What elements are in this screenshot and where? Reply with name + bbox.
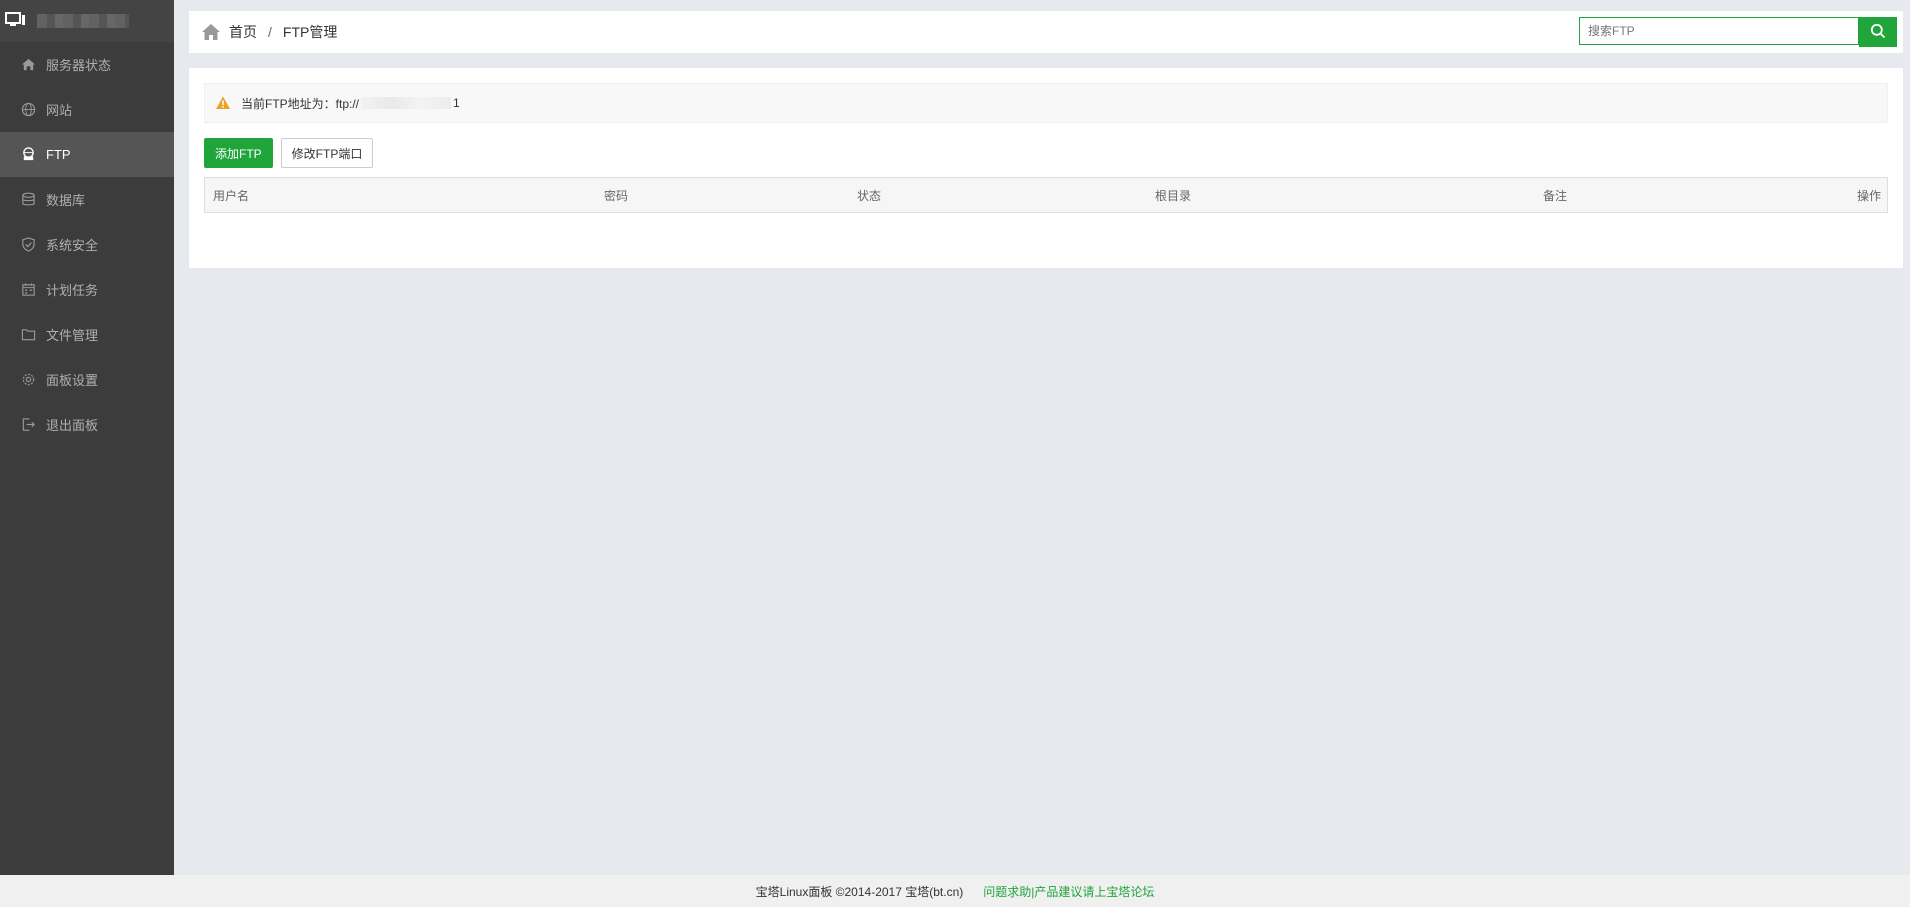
sidebar-item-files[interactable]: 文件管理	[0, 312, 174, 357]
footer: 宝塔Linux面板 ©2014-2017 宝塔(bt.cn) 问题求助|产品建议…	[0, 875, 1910, 907]
sidebar-item-label: FTP	[46, 147, 71, 162]
breadcrumb: 首页 / FTP管理	[201, 11, 337, 53]
ftp-address-alert: 当前FTP地址为：ftp:// 1	[204, 83, 1888, 123]
calendar-icon	[20, 282, 36, 298]
breadcrumb-current: FTP管理	[282, 24, 338, 40]
sidebar-item-database[interactable]: 数据库	[0, 177, 174, 222]
change-ftp-port-button[interactable]: 修改FTP端口	[280, 138, 374, 168]
sidebar-item-label: 退出面板	[46, 418, 99, 433]
column-header-status[interactable]: 状态	[857, 178, 881, 212]
monitor-icon	[5, 11, 27, 31]
sidebar-item-label: 网站	[46, 103, 73, 118]
search-button[interactable]	[1859, 17, 1897, 47]
home-icon[interactable]	[201, 22, 221, 42]
column-header-username[interactable]: 用户名	[213, 178, 249, 212]
hostname-masked	[37, 14, 129, 28]
sidebar-logo[interactable]	[0, 0, 174, 42]
ftp-icon	[20, 147, 36, 163]
warning-icon	[215, 95, 231, 111]
sidebar-item-ftp[interactable]: FTP	[0, 132, 174, 177]
home-icon	[20, 57, 36, 73]
gear-icon	[20, 372, 36, 388]
sidebar-item-security[interactable]: 系统安全	[0, 222, 174, 267]
folder-icon	[20, 327, 36, 343]
action-buttons: 添加FTP 修改FTP端口	[204, 138, 374, 168]
top-bar: 首页 / FTP管理	[189, 11, 1903, 53]
footer-copyright: 宝塔Linux面板 ©2014-2017 宝塔(bt.cn)	[755, 884, 964, 899]
logout-icon	[20, 417, 36, 433]
column-header-remark[interactable]: 备注	[1543, 178, 1567, 212]
sidebar-item-settings[interactable]: 面板设置	[0, 357, 174, 402]
search-icon	[1870, 23, 1886, 42]
breadcrumb-separator: /	[268, 24, 272, 40]
sidebar-item-label: 系统安全	[46, 238, 99, 253]
ftp-table-header: 用户名 密码 状态 根目录 备注 操作	[204, 177, 1888, 213]
add-ftp-button[interactable]: 添加FTP	[204, 138, 273, 168]
shield-icon	[20, 237, 36, 253]
ftp-panel: 当前FTP地址为：ftp:// 1 添加FTP 修改FTP端口 用户名 密码 状…	[189, 68, 1903, 268]
footer-help-link[interactable]: 问题求助|产品建议请上宝塔论坛	[983, 883, 1154, 900]
sidebar-item-cron[interactable]: 计划任务	[0, 267, 174, 312]
sidebar-item-label: 面板设置	[46, 373, 99, 388]
sidebar-item-label: 数据库	[46, 193, 86, 208]
sidebar-item-logout[interactable]: 退出面板	[0, 402, 174, 447]
sidebar-item-website[interactable]: 网站	[0, 87, 174, 132]
column-header-actions: 操作	[1856, 188, 1881, 203]
sidebar-item-label: 计划任务	[46, 283, 99, 298]
sidebar-item-label: 服务器状态	[46, 58, 112, 73]
ftp-address-suffix: 1	[453, 96, 460, 110]
sidebar-item-server-status[interactable]: 服务器状态	[0, 42, 174, 87]
database-icon	[20, 192, 36, 208]
column-header-root-dir[interactable]: 根目录	[1155, 178, 1191, 212]
ftp-address-masked	[361, 97, 452, 109]
column-header-password[interactable]: 密码	[604, 178, 628, 212]
ftp-address-prefix: 当前FTP地址为：ftp://	[241, 96, 360, 111]
sidebar-item-label: 文件管理	[46, 328, 99, 343]
sidebar: 服务器状态 网站 FTP 数据库 系统安全 计划任务 文件管理 面板设置 退出面…	[0, 0, 174, 875]
globe-icon	[20, 102, 36, 118]
search-input[interactable]	[1579, 17, 1859, 45]
search-box	[1579, 17, 1897, 47]
breadcrumb-home-link[interactable]: 首页	[229, 22, 257, 42]
